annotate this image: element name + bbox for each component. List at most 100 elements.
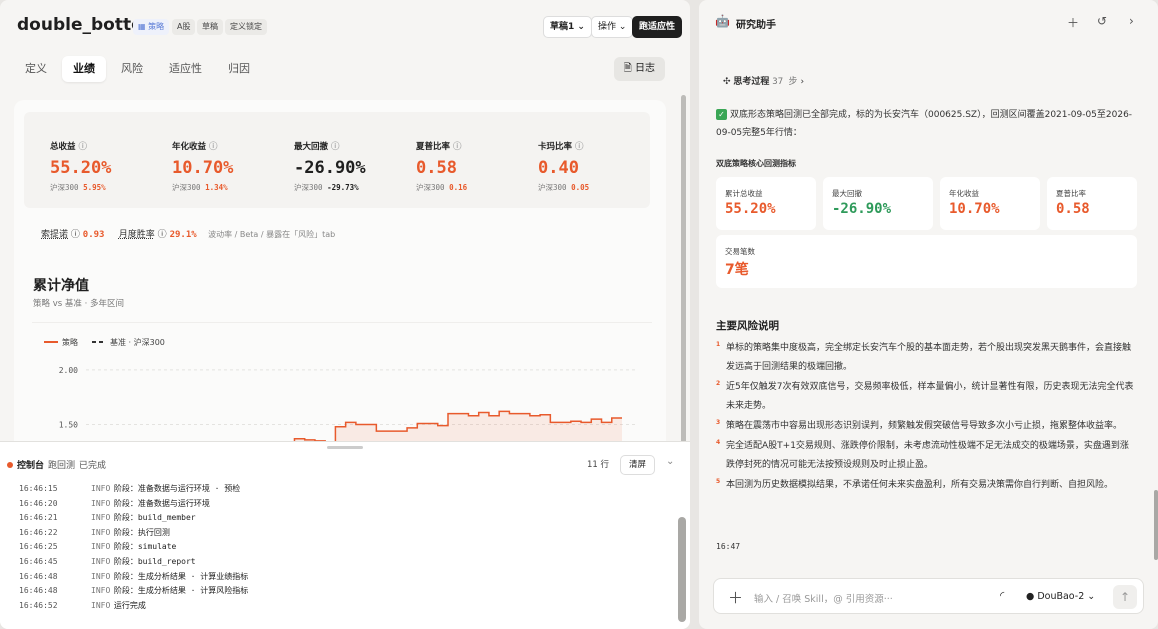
log-time: 16:46:25 <box>19 542 58 552</box>
log-message: 运行完成 <box>109 600 146 610</box>
sortino-value: 0.93 <box>82 230 105 240</box>
draft-version-select[interactable]: 草稿1 ⌄ <box>543 16 592 38</box>
card-label: 最大回撤 <box>832 189 862 198</box>
card-max-drawdown: 最大回撤 -26.90% <box>823 177 933 230</box>
risk-number: 5 <box>716 478 721 485</box>
assistant-scrollbar[interactable] <box>1154 490 1158 560</box>
extra-metrics: 索提诺 ⓘ 0.93 月度胜率 ⓘ 29.1% 波动率 / Beta / 暴露在… <box>41 227 335 240</box>
tab-risk[interactable]: 风险 <box>110 56 154 82</box>
log-time: 16:46:15 <box>19 484 58 493</box>
sortino-label: 索提诺 <box>41 230 69 240</box>
chip-draft: 草稿 <box>197 19 223 35</box>
log-time: 16:46:21 <box>19 513 58 523</box>
log-level: INFO <box>91 498 111 508</box>
chat-input[interactable]: 输入 / 召唤 Skill，@ 引用资源··· <box>754 591 893 605</box>
chevron-down-icon[interactable]: ⌄ <box>666 456 674 467</box>
sparkle-icon: ✣ <box>723 77 734 87</box>
thinking-toggle[interactable]: ✣ 思考过程 37 步 › <box>723 74 804 87</box>
metric-value: 55.20% <box>50 158 112 178</box>
performance-card: 总收益 ⓘ 55.20% 沪深300 5.95% 年化收益 ⓘ 10.70% 沪… <box>14 100 666 501</box>
new-chat-icon[interactable]: ＋ <box>1067 14 1079 31</box>
tab-adaptability[interactable]: 适应性 <box>158 56 213 82</box>
log-time: 16:46:20 <box>19 498 58 508</box>
metric-value: -26.90% <box>294 158 366 178</box>
model-name: DouBao-2 <box>1037 591 1085 602</box>
message-text: 双底形态策略回测已全部完成，标的为长安汽车（000625.SZ），回测区间覆盖2… <box>716 110 1133 138</box>
chevron-down-icon: ⌄ <box>1087 591 1096 602</box>
bench-label: 沪深300 <box>294 183 323 192</box>
bench-value: 5.95% <box>83 183 106 192</box>
operations-menu-button[interactable]: 操作 ⌄ <box>591 16 634 38</box>
chevron-down-icon: ⌄ <box>618 22 627 32</box>
log-row: 16:46:45 INFO 阶段：build_report <box>19 555 669 570</box>
log-row: 16:46:48 INFO 阶段：生成分析结果 · 计算风险指标 <box>19 584 669 599</box>
log-message: 阶段：build_report <box>109 556 196 566</box>
run-adaptability-button[interactable]: 跑适应性 <box>632 16 683 38</box>
info-icon: ⓘ <box>157 230 167 240</box>
metrics-panel: 总收益 ⓘ 55.20% 沪深300 5.95% 年化收益 ⓘ 10.70% 沪… <box>24 112 650 208</box>
legend-label-strategy: 策略 <box>62 337 78 347</box>
risk-title: 主要风险说明 <box>716 320 779 332</box>
resize-handle[interactable] <box>327 446 363 449</box>
risk-list: 1 单标的策略集中度极高，完全绑定长安汽车个股的基本面走势，若个股出现突发黑天鹅事… <box>716 339 1136 496</box>
log-message: 阶段：执行回测 <box>109 527 170 537</box>
bench-label: 沪深300 <box>538 183 567 192</box>
main-scrollbar[interactable] <box>681 95 686 445</box>
think-steps: 37 步 <box>772 77 798 87</box>
send-arrow-icon[interactable]: ↑ <box>1113 585 1137 609</box>
risk-number: 2 <box>716 380 721 387</box>
tab-bar: 定义 业绩 风险 适应性 归因 <box>14 56 261 82</box>
log-message: 阶段：准备数据与运行环境 · 预检 <box>109 484 241 493</box>
history-icon[interactable]: ↺ <box>1097 14 1107 28</box>
metrics-heading: 双底策略核心回测指标 <box>716 159 796 168</box>
card-label: 累计总收益 <box>725 189 763 198</box>
risk-item: 2 近5年仅触发7次有效双底信号，交易频率极低，样本量偏小，统计显著性有限，历史表… <box>716 378 1136 416</box>
legend-label-benchmark: 基准 · 沪深300 <box>110 337 165 347</box>
model-select[interactable]: ● DouBao-2 ⌄ <box>1026 591 1095 602</box>
card-value: -26.90% <box>832 201 892 217</box>
log-level: INFO <box>91 513 111 523</box>
log-message: 阶段：simulate <box>109 542 177 552</box>
risk-number: 4 <box>716 439 721 446</box>
console-panel: 控制台 跑回测 已完成 11 行 清屏 ⌄ 16:46:15 INFO 阶段：准备… <box>0 441 690 629</box>
metric-label: 总收益 <box>50 142 76 152</box>
log-button[interactable]: 🗎 日志 <box>613 57 665 81</box>
log-level: INFO <box>91 556 111 566</box>
nav-title: 累计净值 <box>33 278 89 294</box>
tab-performance[interactable]: 业绩 <box>62 56 106 82</box>
tab-definition[interactable]: 定义 <box>14 56 58 82</box>
risk-text: 策略在震荡市中容易出现形态识别误判，频繁触发假突破信号导致多次小亏止损，拖累整体… <box>726 421 1123 431</box>
grid-icon: ▦ <box>138 22 149 31</box>
card-sharpe: 夏普比率 0.58 <box>1047 177 1137 230</box>
chip-strategy-label: 策略 <box>148 22 165 31</box>
card-total-return: 累计总收益 55.20% <box>716 177 816 230</box>
metric-label: 卡玛比率 <box>538 142 573 152</box>
card-label: 夏普比率 <box>1056 189 1086 198</box>
metric-calmar: 卡玛比率 ⓘ 0.40 沪深300 0.05 <box>538 140 589 193</box>
metric-label: 夏普比率 <box>416 142 451 152</box>
winrate-value: 29.1% <box>169 230 197 240</box>
log-level: INFO <box>91 542 111 552</box>
info-icon: ⓘ <box>70 230 80 240</box>
bench-label: 沪深300 <box>172 183 201 192</box>
chevron-right-icon: › <box>800 77 805 87</box>
console-log-list: 16:46:15 INFO 阶段：准备数据与运行环境 · 预检 16:46:20 IN… <box>19 482 669 613</box>
chip-market: A股 <box>172 19 196 35</box>
robot-icon: 🤖 <box>715 14 730 28</box>
check-icon: ✓ <box>716 109 727 120</box>
log-message: 阶段：准备数据与运行环境 <box>109 498 210 508</box>
assistant-message: ✓ 双底形态策略回测已全部完成，标的为长安汽车（000625.SZ），回测区间覆盖… <box>716 106 1136 142</box>
clear-console-button[interactable]: 清屏 <box>620 455 656 475</box>
bench-value: 0.16 <box>449 183 468 192</box>
log-message: 阶段：生成分析结果 · 计算业绩指标 <box>109 571 249 581</box>
card-trade-count: 交易笔数 7笔 <box>716 235 1137 288</box>
chevron-right-icon[interactable]: › <box>1129 14 1134 28</box>
card-value: 10.70% <box>949 201 1000 217</box>
y-tick-label: 1.50 <box>59 421 78 430</box>
metric-annual-return: 年化收益 ⓘ 10.70% 沪深300 1.34% <box>172 140 233 193</box>
log-row: 16:46:15 INFO 阶段：准备数据与运行环境 · 预检 <box>19 482 669 497</box>
tab-attribution[interactable]: 归因 <box>217 56 261 82</box>
attach-plus-icon[interactable]: ＋ <box>728 587 743 608</box>
console-scrollbar[interactable] <box>678 517 686 622</box>
risk-text: 近5年仅触发7次有效双底信号，交易频率极低，样本量偏小，统计显著性有限，历史表现… <box>726 382 1134 411</box>
